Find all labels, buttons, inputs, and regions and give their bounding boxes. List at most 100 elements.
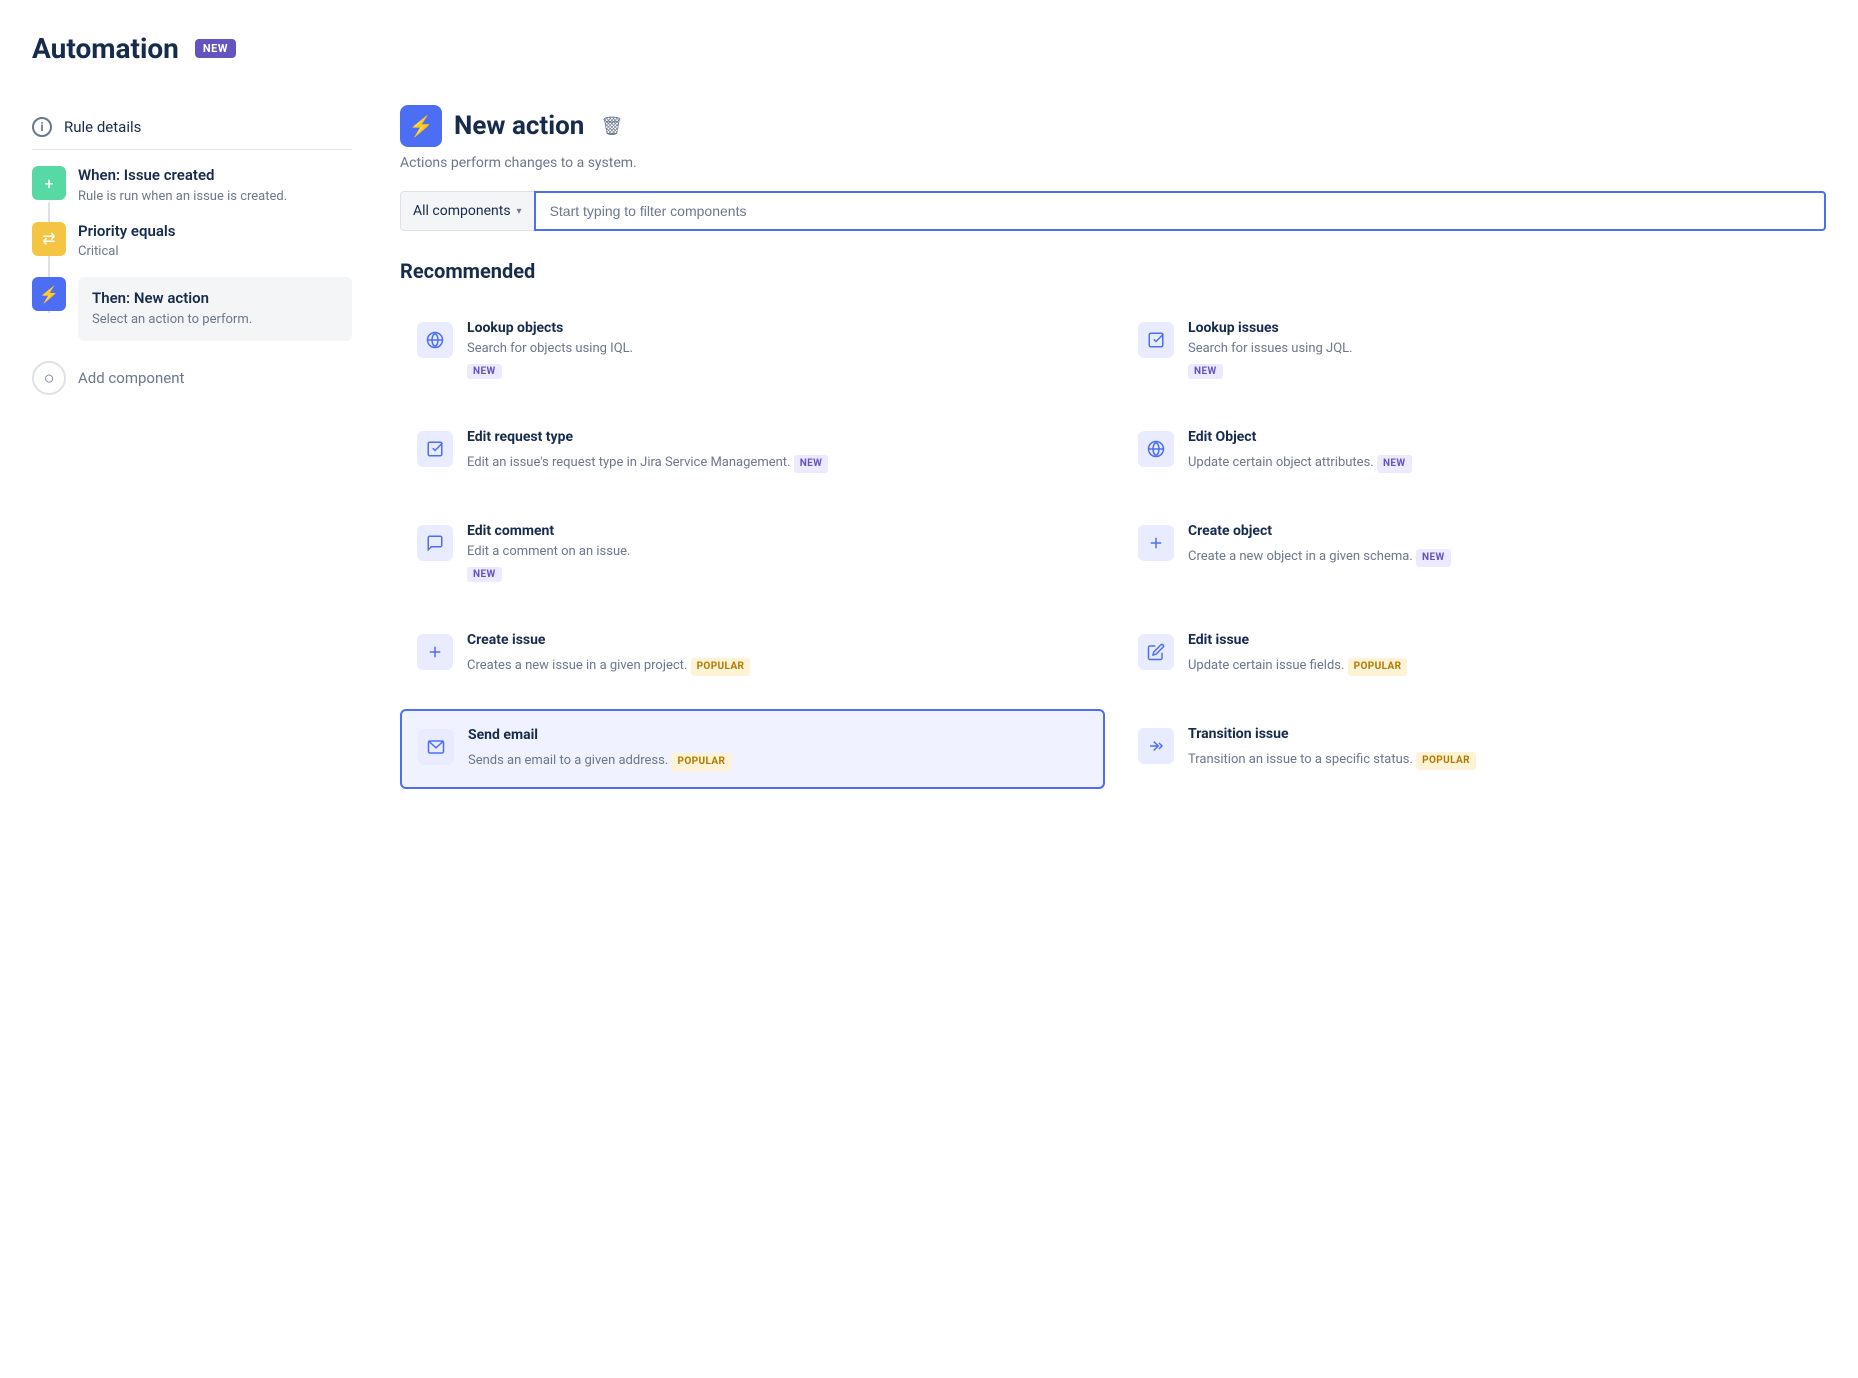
send-email-body: Send email Sends an email to a given add… — [468, 727, 1087, 771]
lookup-objects-body: Lookup objects Search for objects using … — [467, 320, 1088, 379]
card-edit-request-type[interactable]: Edit request type Edit an issue's reques… — [400, 412, 1105, 490]
sidebar: i Rule details + When: Issue created Rul… — [32, 105, 352, 395]
condition-content: Priority equals Critical — [78, 222, 352, 262]
edit-issue-title: Edit issue — [1188, 632, 1809, 648]
create-object-body: Create object Create a new object in a g… — [1188, 523, 1809, 567]
page-header: Automation NEW — [32, 32, 1826, 65]
timeline: + When: Issue created Rule is run when a… — [32, 166, 352, 341]
lookup-objects-tag: NEW — [467, 364, 502, 379]
condition-title: Priority equals — [78, 222, 352, 242]
transition-issue-tag: POPULAR — [1416, 752, 1476, 770]
add-component-label: Add component — [78, 369, 184, 387]
card-lookup-objects[interactable]: Lookup objects Search for objects using … — [400, 303, 1105, 396]
create-issue-body: Create issue Creates a new issue in a gi… — [467, 632, 1088, 676]
edit-object-tag: NEW — [1377, 455, 1412, 473]
action-panel-title: New action — [454, 111, 584, 141]
create-issue-icon — [417, 634, 453, 670]
card-transition-issue[interactable]: Transition issue Transition an issue to … — [1121, 709, 1826, 789]
lookup-issues-tag: NEW — [1188, 364, 1223, 379]
send-email-tag: POPULAR — [671, 753, 731, 771]
edit-issue-icon — [1138, 634, 1174, 670]
create-object-icon — [1138, 525, 1174, 561]
create-issue-title: Create issue — [467, 632, 1088, 648]
recommended-title: Recommended — [400, 259, 1826, 283]
edit-issue-tag: POPULAR — [1348, 658, 1408, 676]
edit-request-type-icon — [417, 431, 453, 467]
cards-grid: Lookup objects Search for objects using … — [400, 303, 1826, 789]
dropdown-label: All components — [413, 203, 511, 219]
card-create-object[interactable]: Create object Create a new object in a g… — [1121, 506, 1826, 599]
create-issue-desc: Creates a new issue in a given project. … — [467, 652, 1088, 676]
rule-details-row[interactable]: i Rule details — [32, 105, 352, 150]
card-edit-object[interactable]: Edit Object Update certain object attrib… — [1121, 412, 1826, 490]
trash-icon[interactable]: 🗑 — [600, 116, 623, 137]
lookup-issues-desc: Search for issues using JQL. — [1188, 340, 1809, 358]
create-object-desc: Create a new object in a given schema. N… — [1188, 543, 1809, 567]
action-icon: ⚡ — [32, 277, 66, 311]
lookup-issues-body: Lookup issues Search for issues using JQ… — [1188, 320, 1809, 379]
add-component-row[interactable]: ○ Add component — [32, 361, 352, 395]
create-issue-tag: POPULAR — [691, 658, 751, 676]
chevron-down-icon: ▾ — [517, 206, 522, 217]
action-description: Actions perform changes to a system. — [400, 155, 1826, 171]
edit-issue-desc: Update certain issue fields. POPULAR — [1188, 652, 1809, 676]
transition-issue-title: Transition issue — [1188, 726, 1809, 742]
transition-issue-icon — [1138, 728, 1174, 764]
edit-issue-body: Edit issue Update certain issue fields. … — [1188, 632, 1809, 676]
edit-comment-desc: Edit a comment on an issue. — [467, 543, 1088, 561]
lookup-objects-icon — [417, 322, 453, 358]
card-send-email[interactable]: Send email Sends an email to a given add… — [400, 709, 1105, 789]
action-subtitle: Select an action to perform. — [92, 311, 338, 329]
edit-object-desc: Update certain object attributes. NEW — [1188, 449, 1809, 473]
add-component-circle: ○ — [32, 361, 66, 395]
condition-subtitle: Critical — [78, 243, 352, 261]
create-object-tag: NEW — [1416, 549, 1451, 567]
action-icon-box: ⚡ — [400, 105, 442, 147]
card-edit-issue[interactable]: Edit issue Update certain issue fields. … — [1121, 615, 1826, 693]
card-create-issue[interactable]: Create issue Creates a new issue in a gi… — [400, 615, 1105, 693]
card-edit-comment[interactable]: Edit comment Edit a comment on an issue.… — [400, 506, 1105, 599]
edit-request-type-title: Edit request type — [467, 429, 1088, 445]
edit-comment-tag: NEW — [467, 567, 502, 582]
action-title-sidebar: Then: New action — [92, 289, 338, 309]
edit-comment-body: Edit comment Edit a comment on an issue.… — [467, 523, 1088, 582]
send-email-desc: Sends an email to a given address. POPUL… — [468, 747, 1087, 771]
send-email-title: Send email — [468, 727, 1087, 743]
lookup-objects-title: Lookup objects — [467, 320, 1088, 336]
edit-object-icon — [1138, 431, 1174, 467]
edit-comment-title: Edit comment — [467, 523, 1088, 539]
filter-input[interactable] — [534, 191, 1826, 231]
edit-object-body: Edit Object Update certain object attrib… — [1188, 429, 1809, 473]
card-lookup-issues[interactable]: Lookup issues Search for issues using JQ… — [1121, 303, 1826, 396]
create-object-title: Create object — [1188, 523, 1809, 539]
transition-issue-desc: Transition an issue to a specific status… — [1188, 746, 1809, 770]
page-title: Automation — [32, 32, 179, 65]
filter-row: All components ▾ — [400, 191, 1826, 231]
edit-comment-icon — [417, 525, 453, 561]
transition-issue-body: Transition issue Transition an issue to … — [1188, 726, 1809, 770]
condition-icon: ⇄ — [32, 222, 66, 256]
action-content: Then: New action Select an action to per… — [78, 277, 352, 341]
right-panel: ⚡ New action 🗑 Actions perform changes t… — [400, 105, 1826, 789]
component-dropdown[interactable]: All components ▾ — [400, 191, 534, 231]
edit-object-title: Edit Object — [1188, 429, 1809, 445]
timeline-item-action[interactable]: ⚡ Then: New action Select an action to p… — [32, 277, 352, 341]
info-icon: i — [32, 117, 52, 137]
send-email-icon — [418, 729, 454, 765]
timeline-item-condition[interactable]: ⇄ Priority equals Critical — [32, 222, 352, 262]
edit-request-type-tag: NEW — [794, 455, 829, 473]
when-subtitle: Rule is run when an issue is created. — [78, 188, 352, 206]
lookup-objects-desc: Search for objects using IQL. — [467, 340, 1088, 358]
lookup-issues-icon — [1138, 322, 1174, 358]
edit-request-type-body: Edit request type Edit an issue's reques… — [467, 429, 1088, 473]
when-content: When: Issue created Rule is run when an … — [78, 166, 352, 206]
main-layout: i Rule details + When: Issue created Rul… — [32, 105, 1826, 789]
when-icon: + — [32, 166, 66, 200]
when-title: When: Issue created — [78, 166, 352, 186]
timeline-item-when[interactable]: + When: Issue created Rule is run when a… — [32, 166, 352, 206]
rule-details-label: Rule details — [64, 118, 141, 136]
lookup-issues-title: Lookup issues — [1188, 320, 1809, 336]
new-badge: NEW — [195, 39, 236, 58]
action-header: ⚡ New action 🗑 — [400, 105, 1826, 147]
edit-request-type-desc: Edit an issue's request type in Jira Ser… — [467, 449, 1088, 473]
